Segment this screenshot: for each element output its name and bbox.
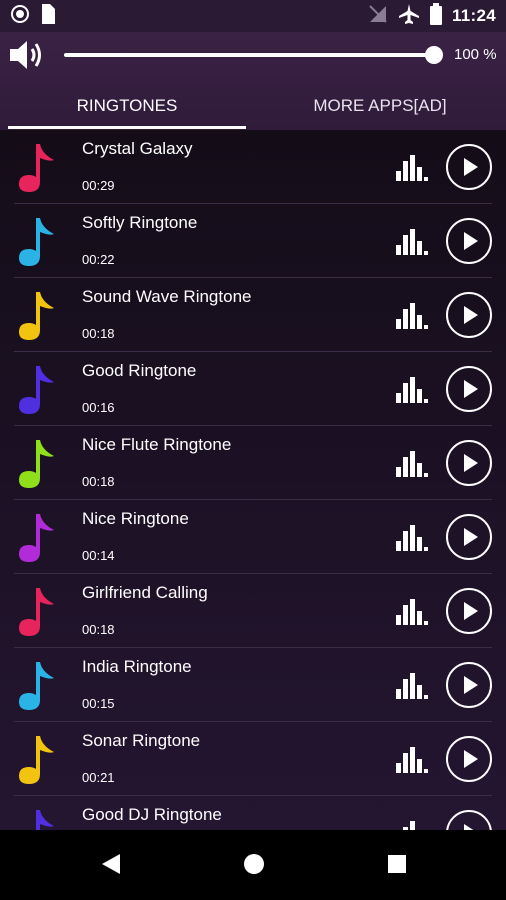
play-button[interactable] — [446, 588, 492, 634]
music-note-icon — [16, 214, 56, 268]
music-note-icon — [16, 732, 56, 786]
ringtone-title: Girlfriend Calling — [82, 583, 208, 602]
list-item[interactable]: Girlfriend Calling 00:18 — [0, 574, 506, 648]
ringtone-title: Crystal Galaxy — [82, 139, 193, 158]
play-button[interactable] — [446, 514, 492, 560]
volume-percent: 100 % — [454, 46, 497, 63]
play-button[interactable] — [446, 292, 492, 338]
ringtone-title: Sonar Ringtone — [82, 731, 201, 750]
ringtone-duration: 00:15 — [82, 696, 115, 711]
play-button[interactable] — [446, 218, 492, 264]
ringtone-duration: 00:18 — [82, 474, 115, 489]
ringtone-duration: 00:14 — [82, 548, 115, 563]
nav-bar — [0, 830, 506, 900]
status-bar: 11:24 — [0, 0, 506, 32]
music-note-icon — [16, 140, 56, 194]
list-item[interactable]: Sonar Ringtone 00:21 — [0, 722, 506, 796]
header: 100 % RINGTONES MORE APPS[AD] — [0, 32, 506, 130]
volume-control: 100 % — [0, 32, 506, 78]
airplane-icon — [398, 3, 420, 30]
battery-icon — [429, 2, 442, 30]
recents-icon[interactable] — [386, 852, 408, 881]
list-item[interactable]: Softly Ringtone 00:22 — [0, 204, 506, 278]
no-signal-icon — [368, 4, 388, 29]
ringtone-duration: 00:18 — [82, 326, 115, 341]
ringtone-duration: 00:29 — [82, 178, 115, 193]
ringtone-title: Good DJ Ringtone — [82, 805, 222, 824]
ringtone-duration: 00:21 — [82, 770, 115, 785]
equalizer-icon — [396, 229, 428, 255]
back-icon[interactable] — [100, 852, 122, 881]
music-note-icon — [16, 806, 56, 830]
ringtone-title: Good Ringtone — [82, 361, 197, 380]
tab-more-apps[interactable]: MORE APPS[AD] — [258, 84, 502, 128]
list-item[interactable]: India Ringtone 00:15 — [0, 648, 506, 722]
equalizer-icon — [396, 451, 428, 477]
ringtone-title: Softly Ringtone — [82, 213, 198, 232]
music-note-icon — [16, 510, 56, 564]
home-icon[interactable] — [242, 852, 266, 881]
play-button[interactable] — [446, 366, 492, 412]
status-time: 11:24 — [451, 6, 496, 25]
music-note-icon — [16, 288, 56, 342]
equalizer-icon — [396, 599, 428, 625]
ringtone-list: Crystal Galaxy 00:29 Softly Ringtone 00:22 S… — [0, 130, 506, 830]
tab-indicator — [8, 126, 246, 129]
volume-slider-thumb[interactable] — [425, 46, 443, 64]
play-button[interactable] — [446, 662, 492, 708]
ringtone-title: Nice Flute Ringtone — [82, 435, 232, 454]
music-note-icon — [16, 658, 56, 712]
list-item[interactable]: Good Ringtone 00:16 — [0, 352, 506, 426]
ringtone-duration: 00:16 — [82, 400, 115, 415]
equalizer-icon — [396, 377, 428, 403]
list-item[interactable]: Nice Ringtone 00:14 — [0, 500, 506, 574]
volume-slider[interactable] — [64, 53, 436, 57]
ringtone-title: Nice Ringtone — [82, 509, 189, 528]
music-note-icon — [16, 436, 56, 490]
equalizer-icon — [396, 673, 428, 699]
equalizer-icon — [396, 747, 428, 773]
tab-ringtones[interactable]: RINGTONES — [8, 84, 246, 128]
list-item[interactable]: Good DJ Ringtone — [0, 796, 506, 830]
ringtone-title: Sound Wave Ringtone — [82, 287, 252, 306]
sim-icon — [40, 3, 56, 29]
music-note-icon — [16, 584, 56, 638]
equalizer-icon — [396, 525, 428, 551]
record-icon — [10, 4, 30, 29]
ringtone-title: India Ringtone — [82, 657, 192, 676]
music-note-icon — [16, 362, 56, 416]
list-item[interactable]: Sound Wave Ringtone 00:18 — [0, 278, 506, 352]
equalizer-icon — [396, 155, 428, 181]
ringtone-duration: 00:22 — [82, 252, 115, 267]
equalizer-icon — [396, 303, 428, 329]
play-button[interactable] — [446, 810, 492, 830]
play-button[interactable] — [446, 736, 492, 782]
play-button[interactable] — [446, 440, 492, 486]
ringtone-duration: 00:18 — [82, 622, 115, 637]
play-button[interactable] — [446, 144, 492, 190]
list-item[interactable]: Nice Flute Ringtone 00:18 — [0, 426, 506, 500]
list-item[interactable]: Crystal Galaxy 00:29 — [0, 130, 506, 204]
equalizer-icon — [396, 821, 428, 830]
volume-icon[interactable] — [8, 38, 46, 72]
tab-bar: RINGTONES MORE APPS[AD] — [0, 84, 506, 130]
